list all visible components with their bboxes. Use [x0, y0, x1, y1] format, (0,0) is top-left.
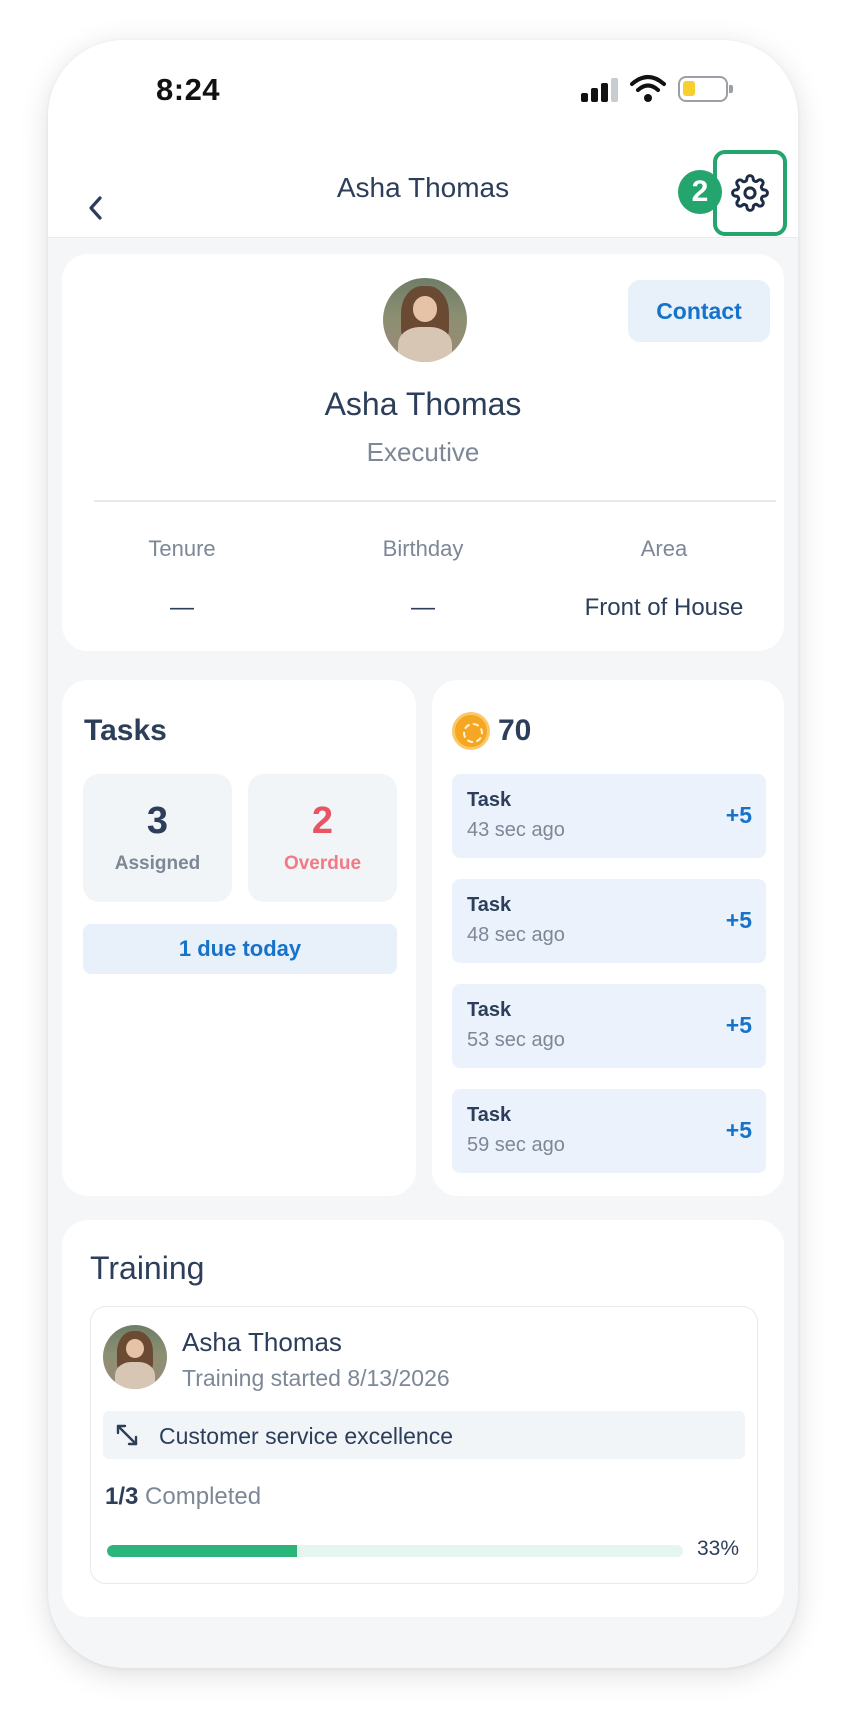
due-today-button[interactable]: 1 due today	[83, 924, 397, 974]
points-item-value: +5	[725, 1012, 752, 1038]
birthday-info: Birthday —	[303, 536, 543, 622]
tasks-card: Tasks 3 Assigned 2 Overdue 1 due today	[62, 680, 416, 1196]
gear-icon	[731, 174, 769, 212]
battery-icon	[678, 76, 733, 102]
tenure-label: Tenure	[148, 536, 216, 561]
points-item-label: Task	[467, 894, 512, 916]
contact-button[interactable]: Contact	[628, 280, 770, 342]
top-bar: 8:24 Asha Thomas 2	[48, 40, 798, 238]
points-item[interactable]: Task 59 sec ago +5	[452, 1089, 766, 1173]
tenure-info: Tenure —	[62, 536, 302, 622]
area-value: Front of House	[584, 594, 744, 621]
tasks-title: Tasks	[84, 714, 167, 747]
points-item-value: +5	[725, 802, 752, 828]
training-item[interactable]: Asha Thomas Training started 8/13/2026 C…	[90, 1306, 758, 1584]
area-info: Area Front of House	[544, 536, 784, 622]
coin-icon	[452, 712, 490, 750]
tenure-value: —	[170, 594, 194, 621]
overdue-count: 2	[311, 800, 334, 842]
points-item-value: +5	[725, 1117, 752, 1143]
course-pill[interactable]: Customer service excellence	[103, 1411, 745, 1459]
avatar	[103, 1325, 167, 1389]
overdue-label: Overdue	[283, 853, 362, 874]
points-item-time: 48 sec ago	[467, 924, 565, 946]
points-item[interactable]: Task 43 sec ago +5	[452, 774, 766, 858]
phone-frame: 8:24 Asha Thomas 2 Contact Asha Thomas E…	[48, 40, 798, 1668]
profile-card: Contact Asha Thomas Executive Tenure — B…	[62, 254, 784, 651]
points-item[interactable]: Task 53 sec ago +5	[452, 984, 766, 1068]
training-started: Training started 8/13/2026	[182, 1365, 450, 1391]
profile-name: Asha Thomas	[324, 386, 522, 422]
points-item-label: Task	[467, 999, 512, 1021]
completed-word: Completed	[145, 1483, 262, 1510]
training-title: Training	[90, 1250, 205, 1286]
points-item-time: 53 sec ago	[467, 1029, 565, 1051]
points-item-value: +5	[725, 907, 752, 933]
progress-percent: 33%	[697, 1537, 740, 1560]
points-card: 70 Task 43 sec ago +5 Task 48 sec ago +5…	[432, 680, 784, 1196]
points-item[interactable]: Task 48 sec ago +5	[452, 879, 766, 963]
cellular-signal-icon	[581, 78, 619, 102]
trainee-name: Asha Thomas	[182, 1327, 342, 1357]
points-item-label: Task	[467, 1104, 512, 1126]
area-label: Area	[640, 536, 688, 561]
divider	[94, 500, 776, 502]
progress-bar	[107, 1545, 683, 1557]
profile-role: Executive	[366, 437, 480, 467]
step-badge: 2	[678, 170, 722, 214]
completed-count: 1/3 Completed	[105, 1483, 261, 1511]
assigned-stat[interactable]: 3 Assigned	[83, 774, 232, 902]
status-time: 8:24	[156, 72, 221, 107]
points-item-label: Task	[467, 789, 512, 811]
points-total: 70	[498, 714, 532, 747]
points-item-time: 59 sec ago	[467, 1134, 565, 1156]
assigned-label: Assigned	[114, 853, 201, 874]
progress-fill	[107, 1545, 298, 1557]
course-name: Customer service excellence	[159, 1423, 454, 1449]
training-card: Training Asha Thomas Training started 8/…	[62, 1220, 784, 1617]
overdue-stat[interactable]: 2 Overdue	[248, 774, 397, 902]
points-item-time: 43 sec ago	[467, 819, 565, 841]
birthday-label: Birthday	[382, 536, 464, 561]
assigned-count: 3	[146, 800, 169, 842]
expand-arrows-icon	[116, 1424, 138, 1446]
wifi-icon	[630, 75, 666, 102]
birthday-value: —	[411, 594, 435, 621]
completed-fraction: 1/3	[105, 1483, 139, 1510]
settings-button[interactable]	[713, 150, 787, 236]
avatar	[383, 278, 467, 362]
